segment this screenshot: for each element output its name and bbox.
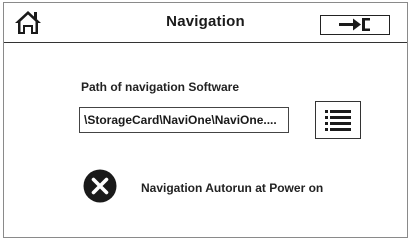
exit-button[interactable] — [320, 15, 390, 35]
list-icon — [325, 110, 351, 131]
close-circle-icon — [83, 169, 117, 203]
browse-path-button[interactable] — [315, 101, 361, 139]
header-bar: Navigation — [4, 3, 407, 43]
path-label: Path of navigation Software — [81, 80, 240, 94]
autorun-toggle[interactable] — [83, 169, 117, 203]
autorun-label: Navigation Autorun at Power on — [141, 181, 324, 195]
navigation-path-field[interactable]: \StorageCard\NaviOne\NaviOne.... — [79, 107, 289, 133]
navigation-settings-screen: Navigation Path of navigation Software \… — [3, 2, 408, 238]
exit-arrow-icon — [339, 18, 370, 31]
